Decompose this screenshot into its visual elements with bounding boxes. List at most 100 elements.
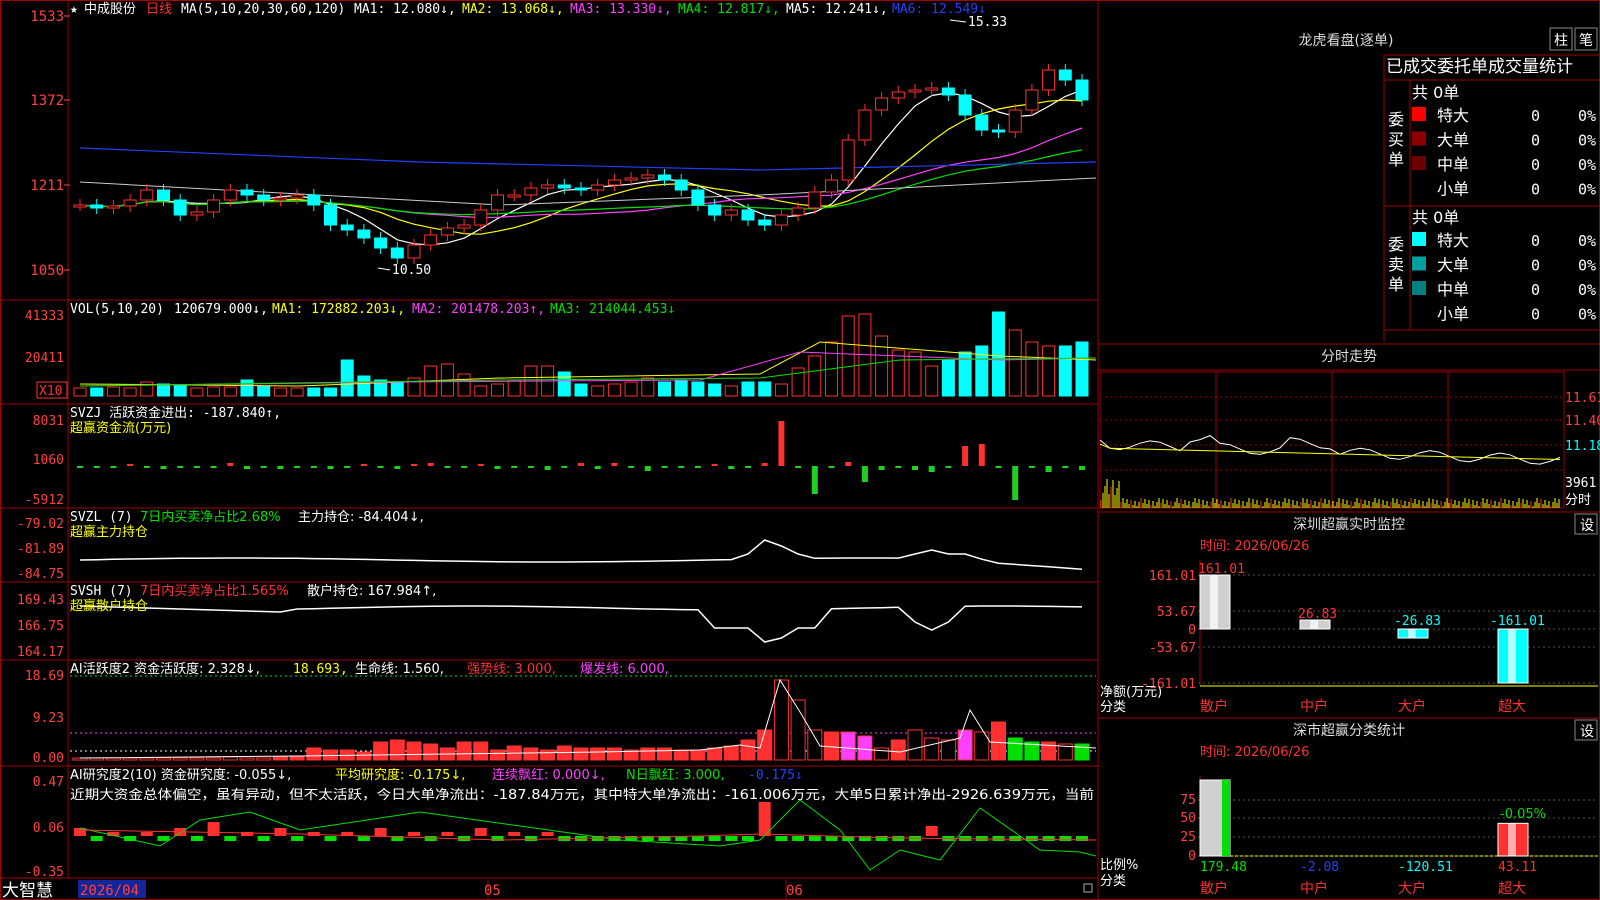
ai-activity-panel[interactable]: AI活跃度2 资金活跃度: 2.328↓, 18.693, 生命线: 1.560… [25,661,1097,766]
monitor-category-label: 散户 [1200,698,1228,715]
research-bar [274,828,287,836]
moving-average-lines [79,89,1097,246]
activity-bar [373,741,389,761]
header-star: ★ [70,2,78,17]
volume-bar [691,381,705,397]
svzl-panel[interactable]: SVZL (7) 7日内买卖净占比2.68% 主力持仓: -84.404↓, 超… [17,509,1083,582]
volume-bar [223,386,237,397]
retail-holding-line [79,605,1083,643]
monitor-xlabel: 分类 [1100,700,1126,715]
activity-bar [957,729,973,761]
svg-text:单: 单 [1388,150,1404,169]
svzl-sub: 超赢主力持仓 [70,524,148,540]
tick-view-label: 笔 [1579,33,1593,49]
svzj-panel[interactable]: SVZJ 活跃资金进出: -187.840↑, 超赢资金流(万元) 8031 1… [25,405,1085,508]
fund-flow-bar [527,466,534,468]
volume-bar [1058,345,1072,397]
candle-body [724,209,738,216]
research-bar [825,836,838,841]
retail-holding-path [79,605,1083,643]
fund-flow-bar [578,463,584,466]
candle-body [1058,69,1072,81]
stock-name: 中成股份 [84,2,136,17]
candle-body [641,174,655,179]
order-type-label: 大单 [1437,256,1469,275]
fund-flow-bar [260,466,267,468]
activity-bar [306,747,322,761]
candle-body [424,234,438,246]
fund-flow-bar [711,464,718,466]
fund-flow-bar [962,446,969,466]
activity-bar [206,757,222,761]
research-bar [708,836,721,841]
fund-flow-bar [1062,466,1069,468]
fund-flow-bar [928,466,935,472]
month-05: 05 [484,883,501,899]
period-label[interactable]: 日线 [146,2,172,17]
candle-body [90,204,104,209]
ai2-v3: 连续飘红: 0.000↓, [492,767,605,783]
order-color-swatch [1412,305,1426,320]
price-panel[interactable]: 1533 1372 1211 1050 15.33 10.50 [30,9,1097,279]
order-type-label: 小单 [1437,305,1469,324]
volume-bar [841,315,855,397]
svsh-panel[interactable]: SVSH (7) 7日内买卖净占比1.565% 散户持仓: 167.984↑, … [17,583,1083,660]
price-tick-label: 1211 [30,178,64,194]
volume-panel[interactable]: VOL(5,10,20) 120679.000↓, MA1: 172882.20… [25,302,1097,399]
activity-bar [189,757,205,761]
candle-body [524,187,538,196]
fund-flow-bar [411,464,417,466]
candle-body [190,211,204,216]
ai1-v4: 强势线: 3.000, [467,661,556,677]
monitor-ylabel: 净额(万元) [1100,685,1162,700]
intraday-panel[interactable]: 分时走势 11.61 11.40 11.18 3961 分时 [1098,343,1600,509]
main-holding-line [79,539,1083,570]
kline-chart-area[interactable]: 1533 1372 1211 1050 15.33 10.50 ★ 中成股份 日线 M… [0,0,1600,900]
research-bar [257,836,270,841]
fund-flow-bar [678,466,685,468]
activity-bar [473,741,489,761]
candle-body [992,129,1005,133]
fund-flow-bar [461,466,468,468]
vol-ma1: MA1: 172882.203↓, [272,302,405,317]
intraday-axis-2: 11.40 [1565,414,1600,429]
buy-side-label: 委买单 [1388,110,1404,169]
volume-bar [674,379,688,397]
volume-bar [941,359,955,397]
research-bar [691,836,704,841]
candle-body [891,91,905,99]
fund-flow-bar [244,466,250,469]
fund-flow-bar [511,466,518,468]
research-bar [808,836,821,841]
order-percent: 0% [1578,306,1596,324]
candle-body [624,177,638,181]
svg-text:买: 买 [1388,130,1404,149]
fund-flow-bar [611,463,618,466]
classification-stats-panel[interactable]: 深市超赢分类统计 设 时间: 2026/06/26 75 50 25 0 -0.05%… [1098,717,1600,897]
activity-bar [640,747,656,761]
lock-icon[interactable] [1083,883,1093,893]
ai2-header: AI研究度2(10) 资金研究度: -0.055↓, 平均研究度: -0.175… [70,767,803,783]
stats-value-label: 179.48 [1200,860,1247,875]
activity-bar [289,755,305,761]
ai2-v5: -0.175↓ [748,768,803,783]
candle-body [658,174,671,181]
ai2-v2: 平均研究度: -0.175↓, [335,767,465,783]
candle-body [474,209,488,226]
stats-axis-label: 75 [1180,793,1196,808]
svsh-axis-bot: 164.17 [17,645,64,660]
intraday-vol-label: 分时 [1565,493,1591,508]
ai1-v5: 爆发线: 6.000, [580,661,669,677]
realtime-monitor-panel[interactable]: 深圳超赢实时监控 设 时间: 2026/06/26 161.01 53.67 0 -5… [1098,511,1600,715]
fund-flow-bar [1012,466,1019,500]
activity-bar [1007,737,1023,761]
monitor-axis-label: -53.67 [1149,641,1196,656]
candle-body [374,237,388,249]
fund-flow-bar [377,466,384,468]
ai-research-panel[interactable]: AI研究度2(10) 资金研究度: -0.055↓, 平均研究度: -0.175… [25,767,1097,880]
order-color-swatch [1412,131,1426,146]
fund-flow-bar [561,466,568,468]
fund-flow-bar [1045,466,1052,472]
candle-body [1075,79,1089,101]
order-type-label: 大单 [1437,131,1469,150]
